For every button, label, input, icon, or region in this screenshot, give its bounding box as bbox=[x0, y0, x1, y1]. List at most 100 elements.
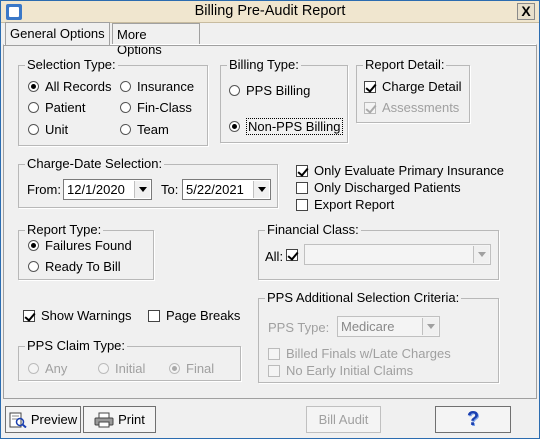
radio-fin-class[interactable]: Fin-Class bbox=[120, 100, 192, 115]
radio-label: Non-PPS Billing bbox=[246, 118, 343, 135]
radio-dot bbox=[28, 124, 39, 135]
radio-dot bbox=[28, 81, 39, 92]
checkbox-label: Charge Detail bbox=[382, 79, 462, 94]
to-date-value: 5/22/2021 bbox=[186, 182, 244, 197]
no-early-initial-checkbox: No Early Initial Claims bbox=[268, 363, 413, 378]
radio-label: PPS Billing bbox=[246, 83, 311, 98]
pps-additional-label: PPS Additional Selection Criteria: bbox=[265, 290, 462, 305]
radio-label: Patient bbox=[45, 100, 86, 115]
radio-label: Insurance bbox=[137, 79, 195, 94]
show-warnings-checkbox[interactable]: Show Warnings bbox=[23, 308, 132, 323]
radio-claim-any: Any bbox=[28, 361, 67, 376]
radio-ready-to-bill[interactable]: Ready To Bill bbox=[28, 259, 121, 274]
checkbox-box bbox=[268, 347, 280, 360]
financial-class-all-checkbox[interactable] bbox=[286, 249, 304, 261]
page-breaks-checkbox[interactable]: Page Breaks bbox=[148, 308, 240, 323]
radio-dot bbox=[28, 363, 39, 374]
preview-button[interactable]: Preview bbox=[5, 406, 81, 433]
to-label: To: bbox=[161, 182, 179, 197]
radio-dot bbox=[120, 102, 131, 113]
from-date-picker[interactable]: 12/1/2020 bbox=[63, 179, 152, 200]
title-bar: Billing Pre-Audit Report X bbox=[1, 1, 539, 23]
charge-date-label: Charge-Date Selection: bbox=[25, 156, 165, 171]
chevron-down-icon bbox=[422, 318, 438, 335]
radio-label: Fin-Class bbox=[137, 100, 192, 115]
printer-icon bbox=[94, 412, 114, 427]
radio-claim-final: Final bbox=[169, 361, 214, 376]
checkbox-box bbox=[296, 164, 308, 177]
radio-label: Initial bbox=[115, 361, 146, 376]
only-discharged-checkbox[interactable]: Only Discharged Patients bbox=[296, 180, 461, 195]
preview-label: Preview bbox=[30, 412, 78, 427]
billing-pre-audit-window: Billing Pre-Audit Report X General Optio… bbox=[0, 0, 540, 439]
chevron-down-icon[interactable] bbox=[134, 181, 150, 198]
only-primary-insurance-checkbox[interactable]: Only Evaluate Primary Insurance bbox=[296, 163, 504, 178]
radio-label: Failures Found bbox=[45, 238, 132, 253]
all-label: All: bbox=[265, 249, 284, 264]
pps-type-label: PPS Type: bbox=[268, 320, 330, 335]
pps-type-value: Medicare bbox=[341, 319, 395, 334]
checkbox-label: Assessments bbox=[382, 100, 460, 115]
checkbox-box bbox=[364, 80, 376, 93]
help-button[interactable]: ? bbox=[435, 406, 511, 433]
radio-label: Final bbox=[186, 361, 215, 376]
checkbox-label: Export Report bbox=[314, 197, 395, 212]
checkbox-label: Only Discharged Patients bbox=[314, 180, 461, 195]
from-date-value: 12/1/2020 bbox=[67, 182, 125, 197]
radio-label: Unit bbox=[45, 122, 69, 137]
tab-general-options[interactable]: General Options bbox=[5, 22, 110, 45]
radio-dot bbox=[28, 102, 39, 113]
bill-audit-button: Bill Audit bbox=[306, 406, 381, 433]
checkbox-label: Show Warnings bbox=[41, 308, 132, 323]
help-icon: ? bbox=[466, 408, 480, 430]
report-type-label: Report Type: bbox=[25, 222, 104, 237]
export-report-checkbox[interactable]: Export Report bbox=[296, 197, 394, 212]
print-label: Print bbox=[118, 412, 145, 427]
assessments-checkbox: Assessments bbox=[364, 100, 459, 115]
checkbox-box bbox=[364, 101, 376, 114]
from-label: From: bbox=[27, 182, 61, 197]
radio-label: Team bbox=[137, 122, 169, 137]
selection-type-label: Selection Type: bbox=[25, 57, 118, 72]
radio-unit[interactable]: Unit bbox=[28, 122, 68, 137]
financial-class-label: Financial Class: bbox=[265, 222, 361, 237]
radio-dot bbox=[28, 240, 39, 251]
radio-dot bbox=[229, 121, 240, 132]
radio-dot bbox=[98, 363, 109, 374]
radio-dot bbox=[229, 85, 240, 96]
radio-pps-billing[interactable]: PPS Billing bbox=[229, 83, 310, 98]
radio-label: All Records bbox=[45, 79, 112, 94]
financial-class-select bbox=[304, 244, 491, 265]
checkbox-box bbox=[296, 198, 308, 211]
pps-type-select: Medicare bbox=[337, 316, 440, 337]
radio-non-pps-billing[interactable]: Non-PPS Billing bbox=[229, 118, 343, 135]
radio-claim-initial: Initial bbox=[98, 361, 145, 376]
radio-dot bbox=[169, 363, 180, 374]
chevron-down-icon[interactable] bbox=[253, 181, 269, 198]
billed-finals-checkbox: Billed Finals w/Late Charges bbox=[268, 346, 451, 361]
radio-all-records[interactable]: All Records bbox=[28, 79, 111, 94]
checkbox-label: No Early Initial Claims bbox=[286, 363, 414, 378]
close-button[interactable]: X bbox=[517, 3, 535, 20]
preview-icon bbox=[9, 412, 27, 428]
checkbox-box bbox=[148, 309, 160, 322]
report-detail-label: Report Detail: bbox=[363, 57, 447, 72]
radio-dot bbox=[120, 81, 131, 92]
checkbox-label: Billed Finals w/Late Charges bbox=[286, 346, 451, 361]
charge-detail-checkbox[interactable]: Charge Detail bbox=[364, 79, 462, 94]
pps-claim-type-label: PPS Claim Type: bbox=[25, 338, 128, 353]
radio-dot bbox=[120, 124, 131, 135]
checkbox-box bbox=[23, 309, 35, 322]
radio-patient[interactable]: Patient bbox=[28, 100, 85, 115]
checkbox-box bbox=[268, 364, 280, 377]
radio-insurance[interactable]: Insurance bbox=[120, 79, 194, 94]
radio-label: Ready To Bill bbox=[45, 259, 121, 274]
checkbox-label: Only Evaluate Primary Insurance bbox=[314, 163, 505, 178]
radio-failures-found[interactable]: Failures Found bbox=[28, 238, 132, 253]
radio-team[interactable]: Team bbox=[120, 122, 169, 137]
tab-more-options[interactable]: More Options bbox=[112, 23, 200, 57]
checkbox-box bbox=[296, 181, 308, 194]
print-button[interactable]: Print bbox=[83, 406, 156, 433]
to-date-picker[interactable]: 5/22/2021 bbox=[182, 179, 271, 200]
radio-label: Any bbox=[45, 361, 68, 376]
